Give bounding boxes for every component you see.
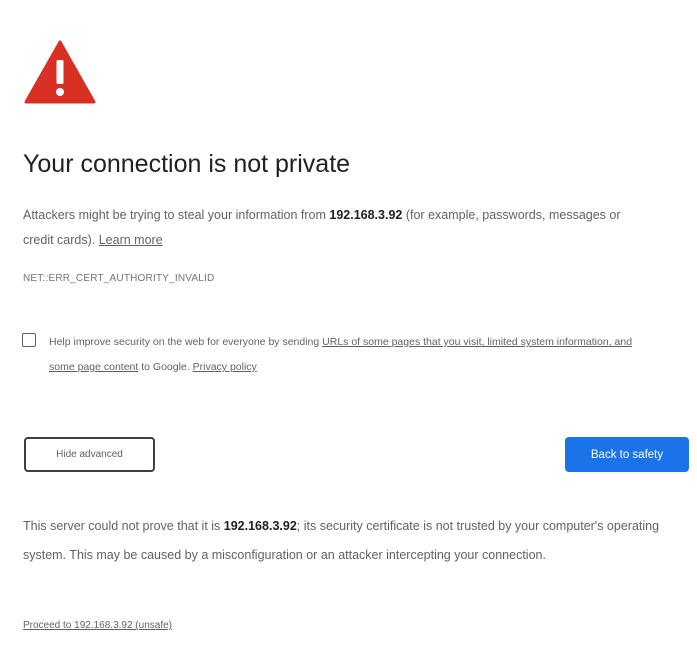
learn-more-link[interactable]: Learn more — [99, 233, 163, 247]
checkbox-text-middle: to Google. — [138, 361, 193, 373]
safe-browsing-checkbox[interactable] — [22, 333, 36, 347]
proceed-unsafe-link[interactable]: Proceed to 192.168.3.92 (unsafe) — [23, 620, 172, 631]
page-title: Your connection is not private — [23, 150, 351, 178]
error-code: NET::ERR_CERT_AUTHORITY_INVALID — [23, 273, 215, 284]
details-before-host: This server could not prove that it is — [23, 519, 224, 533]
privacy-policy-link[interactable]: Privacy policy — [193, 361, 257, 373]
advanced-details-text: This server could not prove that it is 1… — [23, 512, 683, 570]
description-text: Attackers might be trying to steal your … — [23, 203, 653, 253]
hide-advanced-button[interactable]: Hide advanced — [24, 437, 155, 472]
description-host: 192.168.3.92 — [329, 208, 403, 222]
interstitial-page: Your connection is not private Attackers… — [0, 0, 697, 659]
warning-triangle-icon — [24, 40, 96, 104]
back-to-safety-button[interactable]: Back to safety — [565, 437, 689, 472]
checkbox-label: Help improve security on the web for eve… — [49, 330, 659, 380]
checkbox-text-before: Help improve security on the web for eve… — [49, 336, 323, 348]
description-before-host: Attackers might be trying to steal your … — [23, 208, 330, 222]
details-host: 192.168.3.92 — [223, 519, 297, 533]
